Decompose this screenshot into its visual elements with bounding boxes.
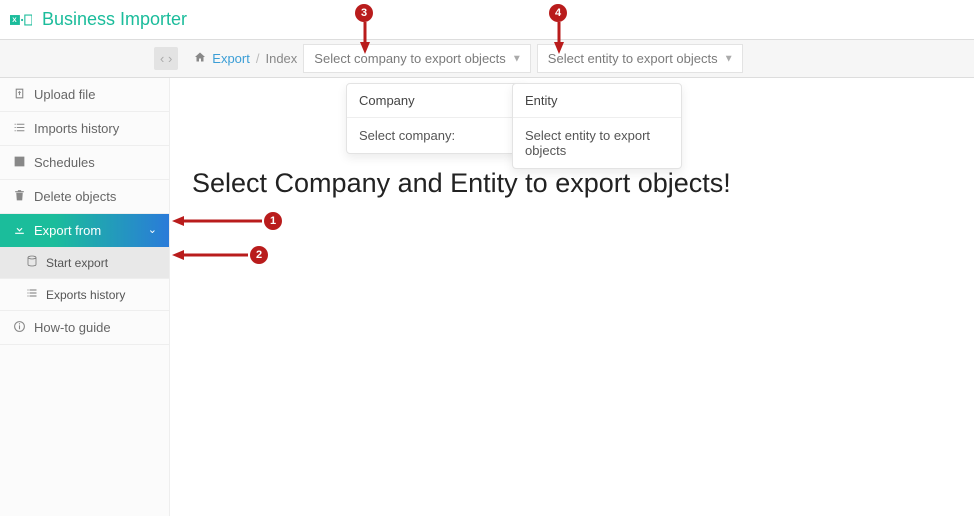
sidebar-label: Schedules [34, 156, 95, 169]
chevron-down-icon: ▼ [724, 53, 734, 64]
database-icon [26, 255, 38, 270]
annotation-badge-1: 1 [264, 212, 282, 230]
sidebar-item-upload[interactable]: Upload file [0, 78, 169, 112]
info-icon [12, 320, 26, 335]
company-selector[interactable]: Select company to export objects ▼ [303, 44, 531, 73]
sidebar-label: Export from [34, 224, 101, 237]
brand-logo: X Business Importer [10, 9, 187, 31]
sidebar-item-howto[interactable]: How-to guide [0, 311, 169, 345]
annotation-arrow-2 [172, 248, 248, 262]
sidebar-subitem-start-export[interactable]: Start export [0, 247, 169, 279]
sidebar-label: How-to guide [34, 321, 111, 334]
annotation-badge-3: 3 [355, 4, 373, 22]
sidebar-item-imports-history[interactable]: Imports history [0, 112, 169, 146]
sidebar-label: Delete objects [34, 190, 116, 203]
download-icon [12, 223, 26, 238]
app-header: X Business Importer [0, 0, 974, 40]
annotation-arrow-1 [172, 214, 262, 228]
annotation-arrow-3 [358, 22, 372, 54]
home-icon[interactable] [194, 51, 206, 66]
annotation-badge-4: 4 [549, 4, 567, 22]
main-layout: Upload file Imports history Schedules De… [0, 78, 974, 516]
annotation-badge-2: 2 [250, 246, 268, 264]
breadcrumb: Export / Index [194, 51, 297, 66]
toolbar: ‹ › Export / Index Select company to exp… [0, 40, 974, 78]
calendar-icon [12, 155, 26, 170]
entity-selector-label: Select entity to export objects [548, 51, 718, 66]
sidebar-label: Exports history [46, 288, 125, 302]
list-icon [26, 287, 38, 302]
entity-selector[interactable]: Select entity to export objects ▼ [537, 44, 743, 73]
breadcrumb-export[interactable]: Export [212, 51, 250, 66]
sidebar-label: Start export [46, 256, 108, 270]
chevron-down-icon: ▼ [512, 53, 522, 64]
nav-arrows[interactable]: ‹ › [154, 47, 178, 70]
list-icon [12, 121, 26, 136]
sidebar-item-schedules[interactable]: Schedules [0, 146, 169, 180]
svg-text:X: X [12, 17, 17, 24]
sidebar-item-delete-objects[interactable]: Delete objects [0, 180, 169, 214]
sidebar-subitem-exports-history[interactable]: Exports history [0, 279, 169, 311]
excel-export-icon: X [10, 9, 32, 31]
brand-name: Business Importer [42, 9, 187, 30]
main-content: Select Company and Entity to export obje… [170, 78, 974, 516]
annotation-arrow-4 [552, 22, 566, 54]
page-title: Select Company and Entity to export obje… [192, 168, 952, 199]
sidebar: Upload file Imports history Schedules De… [0, 78, 170, 516]
sidebar-label: Upload file [34, 88, 95, 101]
trash-icon [12, 189, 26, 204]
sidebar-item-export-from[interactable]: Export from ⌄ [0, 214, 169, 247]
chevron-down-icon: ⌄ [148, 225, 157, 236]
breadcrumb-separator: / [256, 51, 260, 66]
breadcrumb-current: Index [265, 51, 297, 66]
upload-icon [12, 87, 26, 102]
sidebar-label: Imports history [34, 122, 119, 135]
company-selector-label: Select company to export objects [314, 51, 506, 66]
